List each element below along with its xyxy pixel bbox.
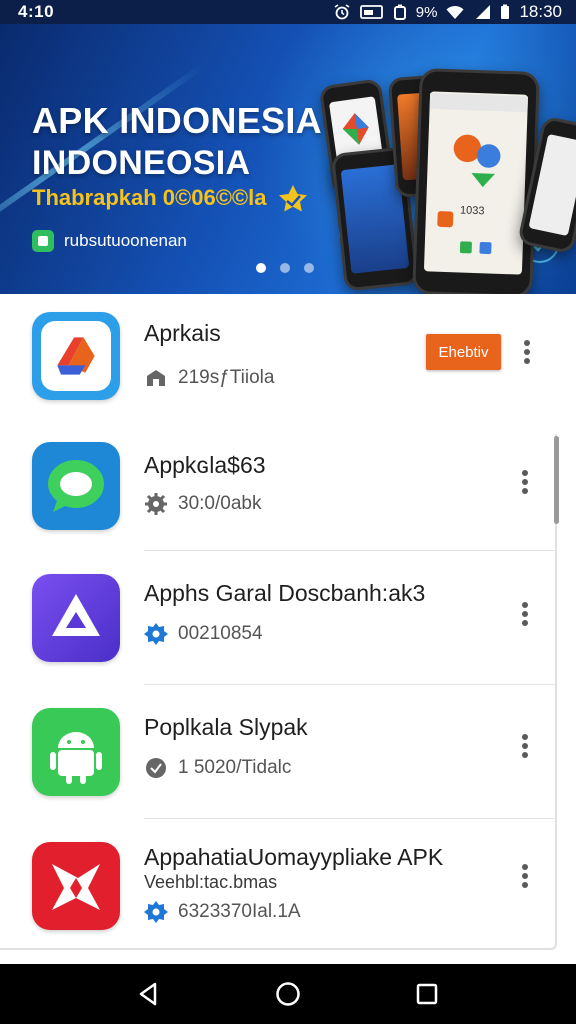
more-options-icon[interactable]: [515, 336, 539, 368]
app-meta: 219sƒTiiola: [144, 366, 274, 390]
battery-percent: 9%: [415, 3, 438, 21]
purple-triangle-app-icon: [32, 574, 120, 662]
app-meta-text: 219sƒTiiola: [178, 367, 275, 388]
app-meta-text: 6323370Ial.1A: [178, 901, 301, 922]
app-meta: 6323370Ial.1A: [144, 900, 301, 924]
badge-icon: [144, 900, 168, 924]
settings-badge-icon: [144, 756, 168, 780]
storage-icon: [144, 366, 168, 390]
carousel-dot-3[interactable]: [304, 263, 314, 273]
green-chat-app-icon: [32, 442, 120, 530]
signal-icon: [473, 4, 491, 20]
app-name: AppahatiaUomayypliake APK: [144, 844, 444, 870]
more-options-icon[interactable]: [513, 860, 537, 892]
app-developer: Veehbl:tac.bmas: [144, 872, 278, 892]
recents-icon[interactable]: [407, 974, 447, 1014]
app-meta: 00210854: [144, 622, 263, 646]
status-clock: 18:30: [519, 2, 562, 21]
banner-title: APK INDONESIA INDONEOSIA: [32, 100, 322, 184]
more-options-icon[interactable]: [513, 466, 537, 498]
red-star-app-icon: [32, 842, 120, 930]
phone-screen-text: 1033: [459, 204, 485, 218]
app-meta-text: 30:0/0abk: [178, 493, 262, 514]
app-meta-text: 00210854: [178, 623, 263, 644]
carousel-indicator[interactable]: [256, 263, 314, 273]
badge-icon: [144, 622, 168, 646]
more-options-icon[interactable]: [513, 730, 537, 762]
banner-tag-text: rubsutuoonenan: [64, 231, 187, 250]
status-bar: 4:10 9% 18:30: [0, 0, 576, 24]
app-meta: 30:0/0abk: [144, 492, 261, 516]
banner-title-line1: APK INDONESIA: [32, 100, 322, 141]
app-list: Aprkais 219sƒTiiola Ehebtiv Appkɢla$63 3…: [0, 294, 576, 964]
list-item[interactable]: AppahatiaUomayypliake APK Veehbl:tac.bma…: [0, 830, 556, 964]
carousel-dot-1[interactable]: [256, 263, 266, 273]
carousel-dot-2[interactable]: [280, 263, 290, 273]
red-arrow-app-icon: [32, 312, 120, 400]
list-item[interactable]: Aprkais 219sƒTiiola Ehebtiv: [0, 294, 556, 428]
gear-icon: [144, 492, 168, 516]
banner-subtitle: Thabrapkah 0©06©©la: [32, 184, 309, 212]
banner-subtitle-text: Thabrapkah 0©06©©la: [32, 185, 267, 210]
promo-banner[interactable]: 1033 APK INDONESIA INDONEOSIA Thabrapkah…: [0, 24, 576, 294]
list-divider: [144, 684, 556, 685]
navigation-bar: [0, 964, 576, 1024]
back-icon[interactable]: [129, 974, 169, 1014]
home-icon[interactable]: [268, 974, 308, 1014]
list-item[interactable]: Poplkala Slypak 1 5020/Tidalc: [0, 696, 556, 830]
app-meta-text: 1 5020/Tidalc: [178, 757, 292, 778]
list-divider: [144, 818, 556, 819]
cast-icon: [359, 4, 384, 20]
install-button[interactable]: Ehebtiv: [426, 334, 501, 370]
check-icon: [32, 230, 54, 252]
star-badge-icon: [277, 184, 309, 212]
list-divider: [144, 550, 556, 551]
more-options-icon[interactable]: [513, 598, 537, 630]
notification-icon: [393, 4, 407, 20]
app-meta: 1 5020/Tidalc: [144, 756, 291, 780]
banner-title-line2: INDONEOSIA: [32, 144, 251, 182]
wifi-icon: [446, 4, 464, 20]
status-time: 4:10: [18, 2, 55, 21]
app-name: Apphs Garal Doscbanh:ak3: [144, 580, 426, 606]
list-item[interactable]: Apphs Garal Doscbanh:ak3 00210854: [0, 562, 556, 696]
app-name: Appkɢla$63: [144, 452, 266, 478]
app-name: Aprkais: [144, 320, 221, 346]
battery-icon: [500, 4, 510, 20]
alarm-icon: [333, 4, 351, 20]
banner-tag: rubsutuoonenan: [32, 230, 187, 252]
android-app-icon: [32, 708, 120, 796]
list-item[interactable]: Appkɢla$63 30:0/0abk: [0, 428, 556, 562]
app-name: Poplkala Slypak: [144, 714, 308, 740]
phone-illustration-main: 1033: [412, 67, 540, 294]
